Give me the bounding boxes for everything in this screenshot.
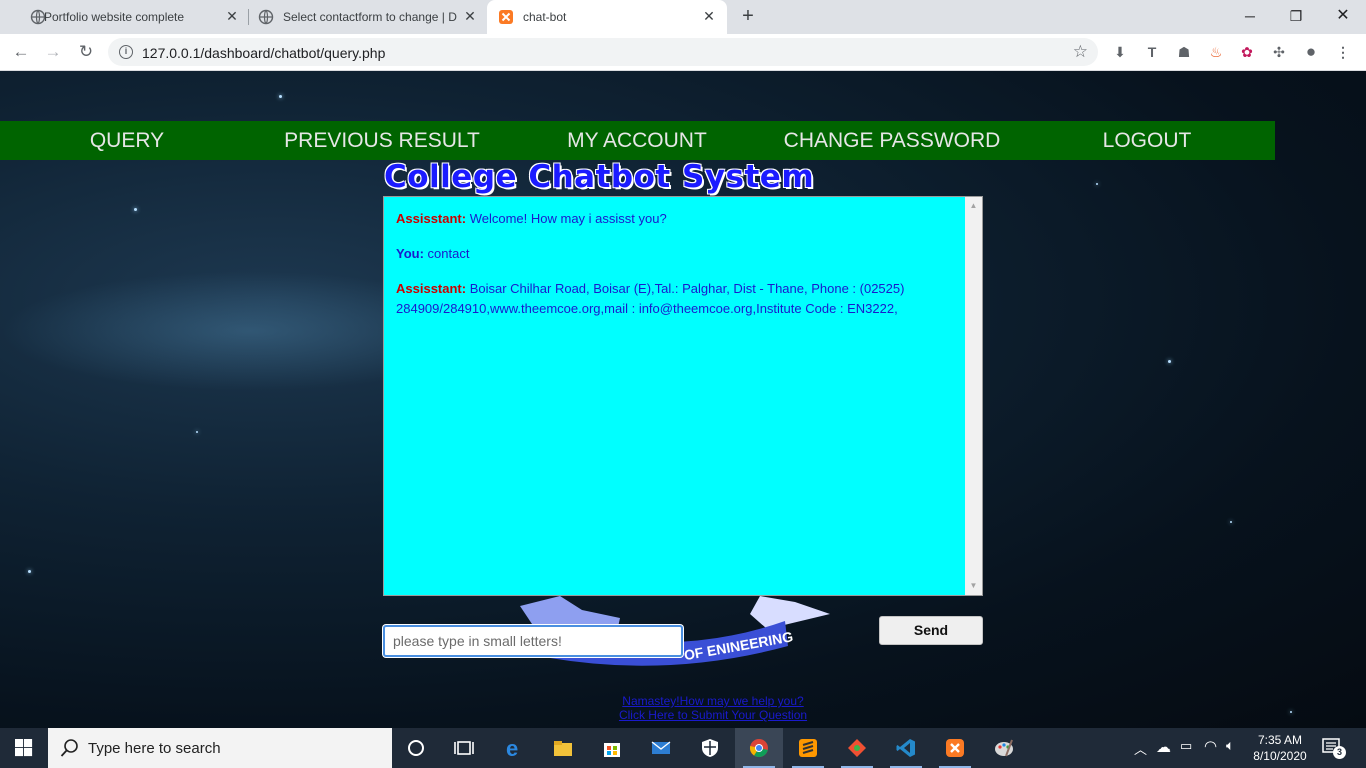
star-decoration (1290, 711, 1292, 713)
star-decoration (1230, 521, 1232, 523)
git-gui-icon[interactable] (833, 728, 881, 768)
banner-text: OF ENINEERING (683, 628, 795, 663)
browser-toolbar: ← → ↻ i 127.0.0.1/dashboard/chatbot/quer… (0, 34, 1366, 71)
tab-title: Select contactform to change | D (283, 10, 457, 24)
address-bar[interactable]: i 127.0.0.1/dashboard/chatbot/query.php … (108, 38, 1098, 66)
page-background: QUERY PREVIOUS RESULT MY ACCOUNT CHANGE … (0, 71, 1366, 728)
send-button[interactable]: Send (879, 616, 983, 645)
speaker-label: Assisstant: (396, 281, 467, 296)
chat-message: You: contact (396, 244, 956, 264)
system-tray: ︿ ☁ ▭ ◠ 🔈︎ (1130, 728, 1250, 768)
menu-item-change-password[interactable]: CHANGE PASSWORD (772, 121, 1012, 160)
speaker-label: You: (396, 246, 424, 261)
download-icon[interactable]: ⬇ (1111, 43, 1129, 61)
edge-browser-icon[interactable]: e (490, 728, 538, 768)
chat-window[interactable]: Assisstant: Welcome! How may i assisst y… (383, 196, 983, 596)
taskbar-search[interactable]: Type here to search (48, 728, 392, 768)
windows-taskbar: Type here to search e ︿ ☁ ▭ ◠ 🔈︎ 7:35 AM… (0, 728, 1366, 768)
taskbar-clock[interactable]: 7:35 AM 8/10/2020 (1250, 732, 1310, 764)
chat-input[interactable] (383, 625, 683, 657)
info-icon[interactable]: i (119, 45, 133, 59)
scroll-down-arrow-icon[interactable]: ▼ (965, 579, 982, 593)
battery-icon[interactable]: ▭ (1180, 738, 1192, 754)
extension-ghost-icon[interactable]: ☗ (1175, 43, 1193, 61)
message-text: Boisar Chilhar Road, Boisar (E),Tal.: Pa… (396, 281, 905, 316)
star-decoration (1168, 360, 1171, 363)
main-menu-bar: QUERY PREVIOUS RESULT MY ACCOUNT CHANGE … (0, 121, 1275, 160)
restore-icon[interactable]: ❐ (1284, 4, 1308, 28)
notification-center-icon[interactable]: 3 (1322, 738, 1346, 759)
message-text: Welcome! How may i assisst you? (469, 211, 667, 226)
cortana-icon[interactable] (392, 728, 440, 768)
reload-icon[interactable]: ↻ (75, 41, 97, 63)
chrome-icon[interactable] (735, 728, 783, 768)
color-wheel-extension-icon[interactable]: ✿ (1238, 43, 1256, 61)
file-explorer-icon[interactable] (539, 728, 587, 768)
menu-item-previous-result[interactable]: PREVIOUS RESULT (272, 121, 492, 160)
volume-icon[interactable]: 🔈︎ (1226, 737, 1234, 754)
puzzle-extensions-icon[interactable]: ✣ (1270, 43, 1288, 61)
browser-tab-strip: Portfolio website complete ✕ Select cont… (0, 0, 1366, 34)
forward-icon[interactable]: → (42, 41, 64, 63)
back-icon[interactable]: ← (10, 41, 32, 63)
greeting-link[interactable]: Namastey!How may we help you? (560, 694, 866, 708)
tz-extension-icon[interactable]: T (1143, 43, 1161, 61)
menu-item-query[interactable]: QUERY (62, 121, 192, 160)
xampp-icon (499, 10, 513, 24)
submit-question-link[interactable]: Click Here to Submit Your Question (560, 708, 866, 722)
new-tab-button[interactable]: + (738, 6, 758, 26)
star-decoration (28, 570, 31, 573)
minimize-icon[interactable]: ─ (1238, 4, 1262, 28)
chat-messages: Assisstant: Welcome! How may i assisst y… (396, 209, 956, 334)
mail-icon[interactable] (637, 728, 685, 768)
onedrive-cloud-icon[interactable]: ☁ (1156, 738, 1171, 756)
browser-tab-portfolio[interactable]: Portfolio website complete ✕ (8, 0, 248, 34)
chevron-up-icon[interactable]: ︿ (1134, 739, 1147, 758)
bookmark-star-icon[interactable]: ☆ (1073, 42, 1088, 62)
message-text: contact (427, 246, 470, 261)
clock-time: 7:35 AM (1257, 733, 1303, 747)
windows-start-button[interactable] (0, 728, 48, 768)
tab-title: Portfolio website complete (44, 10, 185, 24)
tab-title: chat-bot (523, 10, 567, 24)
page-title: College Chatbot System (384, 159, 815, 195)
star-decoration (279, 95, 282, 98)
close-icon[interactable]: ✕ (224, 8, 240, 24)
menu-item-logout[interactable]: LOGOUT (1087, 121, 1207, 160)
fire-extension-icon[interactable]: ♨ (1207, 43, 1225, 61)
xampp-taskbar-icon[interactable] (931, 728, 979, 768)
windows-logo-icon (15, 739, 33, 757)
task-view-icon[interactable] (440, 728, 488, 768)
chat-message: Assisstant: Welcome! How may i assisst y… (396, 209, 956, 229)
notification-count-badge: 3 (1333, 746, 1346, 759)
star-decoration (134, 208, 137, 211)
paint-icon[interactable] (980, 728, 1028, 768)
svg-text:e: e (506, 738, 518, 758)
wifi-icon[interactable]: ◠ (1204, 737, 1217, 755)
chat-message: Assisstant: Boisar Chilhar Road, Boisar … (396, 279, 956, 319)
search-icon (60, 739, 78, 757)
chat-scrollbar[interactable]: ▲ ▼ (965, 197, 982, 595)
close-icon[interactable]: ✕ (701, 8, 717, 24)
scroll-up-arrow-icon[interactable]: ▲ (965, 199, 982, 213)
browser-tab-chatbot[interactable]: chat-bot ✕ (487, 0, 727, 34)
browser-tab-contactform[interactable]: Select contactform to change | D ✕ (248, 0, 486, 34)
menu-item-my-account[interactable]: MY ACCOUNT (552, 121, 722, 160)
url-text[interactable]: 127.0.0.1/dashboard/chatbot/query.php (142, 45, 385, 61)
footer-links: Namastey!How may we help you? Click Here… (560, 694, 866, 722)
menu-dots-icon[interactable]: ⋮ (1334, 43, 1352, 61)
clock-date: 8/10/2020 (1253, 749, 1307, 763)
microsoft-store-icon[interactable] (588, 728, 636, 768)
sublime-text-icon[interactable] (784, 728, 832, 768)
windows-security-icon[interactable] (686, 728, 734, 768)
globe-icon (258, 9, 274, 25)
close-icon[interactable]: ✕ (462, 8, 478, 24)
window-close-icon[interactable]: ✕ (1331, 4, 1355, 28)
star-decoration (1096, 183, 1098, 185)
profile-avatar-icon[interactable]: ● (1302, 43, 1320, 61)
star-decoration (196, 431, 198, 433)
speaker-label: Assisstant: (396, 211, 467, 226)
search-placeholder: Type here to search (88, 740, 221, 757)
vscode-icon[interactable] (882, 728, 930, 768)
